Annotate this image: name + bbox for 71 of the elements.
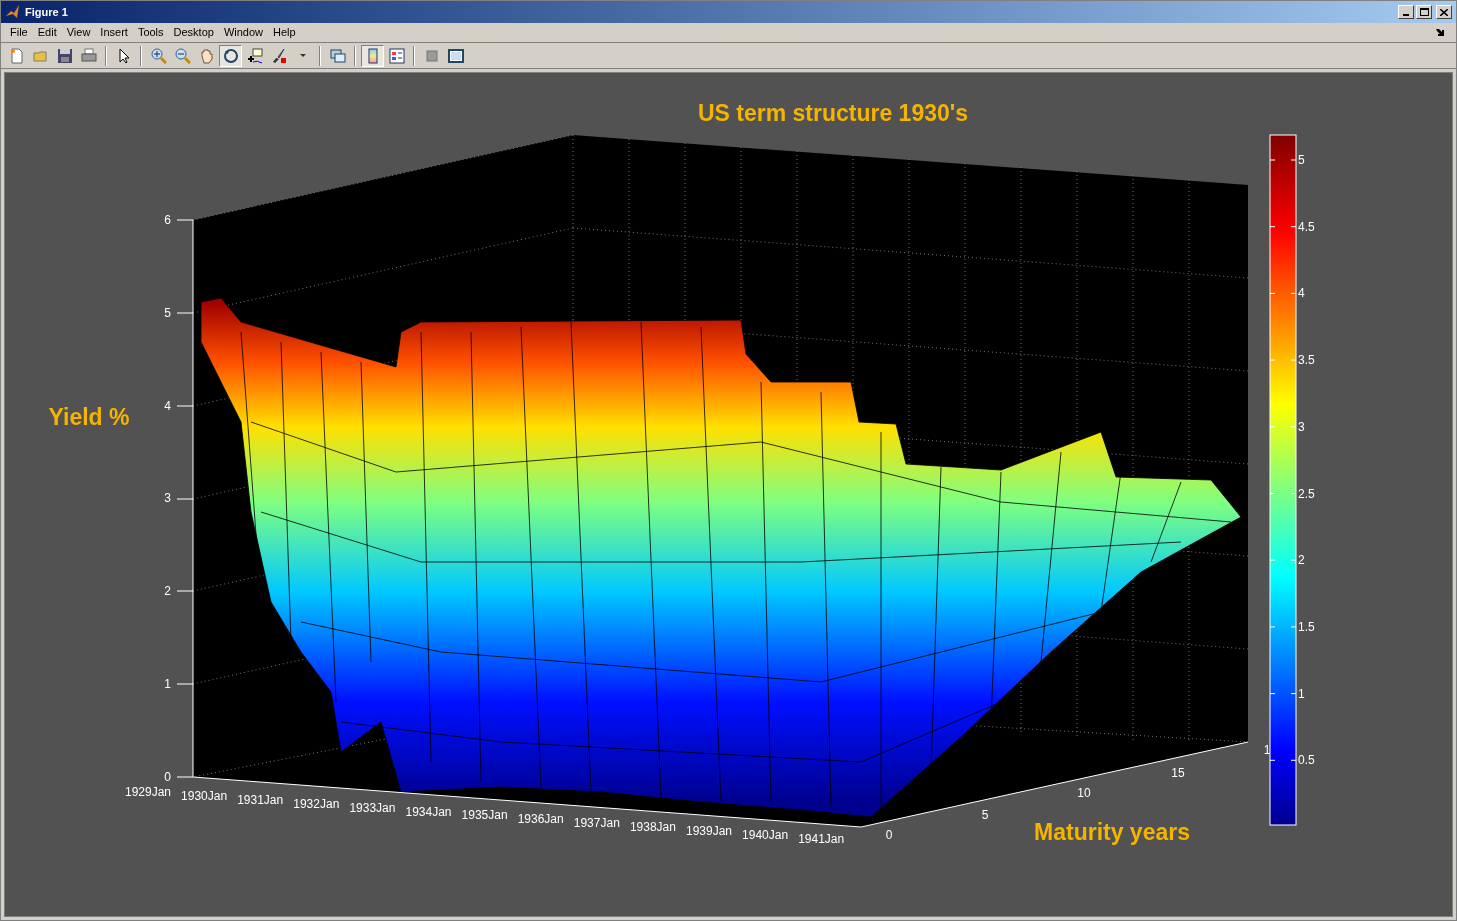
tick-label: 1939Jan: [686, 824, 732, 838]
colorbar-tick-label: 2: [1298, 553, 1305, 568]
tick-label: 4: [164, 398, 171, 413]
tick-label: 0: [164, 769, 171, 784]
tick-label: 6: [164, 213, 171, 227]
maximize-button[interactable]: [1416, 5, 1432, 19]
tick-label: 5: [981, 808, 989, 822]
tick-label: 2: [164, 584, 171, 599]
menu-item[interactable]: Window: [218, 24, 269, 41]
new-file-icon: [8, 47, 25, 64]
window-title: Figure 1: [25, 4, 68, 20]
axis-label: Maturity years: [1034, 819, 1190, 845]
colorbar-tick-label: 1.5: [1298, 619, 1315, 634]
tick-label: 1929Jan: [125, 785, 171, 799]
tick-label: 15: [1171, 766, 1185, 780]
dock-arrow-icon[interactable]: [1436, 29, 1444, 36]
tick-label: 0: [885, 828, 893, 842]
data-cursor-icon: [246, 47, 263, 64]
zoom-in-icon: [150, 47, 167, 64]
tick-label: 10: [1077, 786, 1091, 800]
square-icon: [423, 47, 440, 64]
colorbar-tick-label: 3: [1298, 419, 1305, 434]
close-button[interactable]: [1436, 5, 1452, 19]
minimize-button[interactable]: [1398, 5, 1414, 19]
legend-icon: [388, 47, 405, 64]
tick-label: 1935Jan: [461, 808, 508, 823]
menu-item[interactable]: Insert: [95, 24, 133, 41]
close-icon: [1440, 8, 1448, 16]
tick-label: 1: [1263, 743, 1271, 757]
colorbar-tick-label: 4.5: [1298, 219, 1315, 234]
tick-label: 1933Jan: [349, 800, 396, 815]
tick-label: 1931Jan: [237, 792, 284, 807]
colorbar-tick-label: 5: [1298, 153, 1305, 167]
axis-label: Yield %: [48, 404, 130, 430]
menu-item[interactable]: File: [5, 24, 33, 41]
tick-label: 1937Jan: [573, 816, 620, 831]
chart-title: US term structure 1930's: [697, 100, 969, 126]
colorbar-button[interactable]: [361, 44, 384, 67]
tick-label: 1932Jan: [293, 796, 340, 811]
tick-label: 1936Jan: [517, 812, 564, 827]
menu-item[interactable]: Desktop: [168, 24, 219, 41]
rotate-icon: [222, 47, 239, 64]
tick-label: 1930Jan: [181, 788, 228, 803]
menu-item[interactable]: Edit: [32, 24, 62, 41]
brush-icon: [270, 47, 287, 64]
menu-item[interactable]: Help: [268, 24, 301, 41]
app-logo-icon: [5, 4, 21, 20]
colorbar-tick-label: 0.5: [1298, 753, 1315, 768]
tick-label: 5: [164, 305, 171, 320]
caret-icon: [299, 54, 306, 57]
zoom-out-icon: [174, 47, 191, 64]
tick-label: 1934Jan: [405, 804, 452, 819]
colorbar-tick-label: 1: [1298, 686, 1305, 701]
colorbar-tick-label: 3.5: [1298, 353, 1315, 368]
window-frame-icon: [447, 47, 464, 64]
linked-windows-icon: [329, 47, 346, 64]
maximize-icon: [1419, 8, 1429, 16]
tick-label: 1938Jan: [629, 820, 676, 835]
colorbar-tick-label: 4: [1298, 286, 1305, 301]
menu-item[interactable]: View: [61, 24, 96, 41]
tick-label: 1: [164, 677, 171, 691]
menu-item[interactable]: Tools: [132, 24, 169, 41]
printer-icon: [80, 47, 97, 64]
rotate-button[interactable]: [219, 44, 242, 67]
hand-icon: [198, 47, 215, 64]
minimize-icon: [1403, 14, 1409, 16]
tick-label: 1940Jan: [742, 827, 789, 842]
save-icon: [56, 47, 73, 64]
tick-label: 1941Jan: [798, 831, 845, 846]
colorbar-tick-label: 2.5: [1298, 486, 1315, 501]
tick-label: 3: [164, 491, 171, 506]
